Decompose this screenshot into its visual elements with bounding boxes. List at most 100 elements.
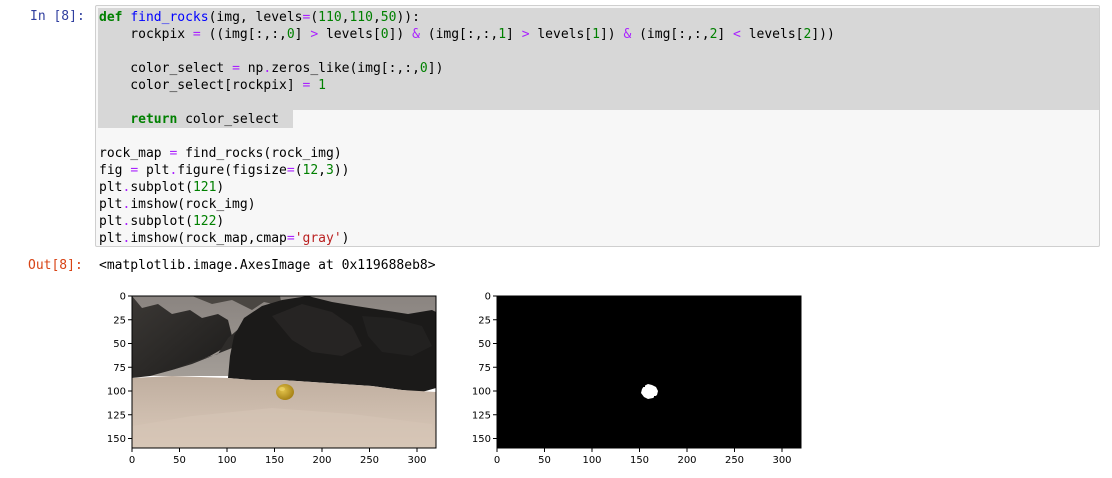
code-token: ]: [717, 27, 734, 42]
code-token: 'gray': [294, 231, 342, 246]
code-line: plt.subplot(122): [99, 213, 835, 230]
y-tick-label: 75: [113, 363, 126, 374]
code-token: (: [294, 163, 303, 178]
code-token: <: [733, 27, 741, 42]
code-token: color_select: [177, 112, 280, 127]
map-noise: [643, 385, 645, 387]
code-token: &: [412, 27, 420, 42]
image-content: [132, 296, 436, 448]
map-background: [497, 296, 801, 448]
code-token: find_rocks: [130, 10, 209, 25]
y-axis-ticks: 0 25 50 75 100 125 150: [472, 292, 497, 445]
code-token: 3: [326, 163, 334, 178]
code-token: 1: [498, 27, 507, 42]
y-tick-label: 125: [472, 410, 491, 421]
y-tick-label: 100: [472, 387, 491, 398]
code-token: (img[:,:,: [631, 27, 710, 42]
code-token: 110: [349, 10, 373, 25]
code-token: ]): [427, 61, 444, 76]
y-axis-ticks: 0 25 50 75 100 125 150: [107, 292, 132, 445]
code-token: imshow(rock_map,cmap: [130, 231, 287, 246]
code-token: ): [216, 214, 225, 229]
code-token: =: [192, 27, 201, 42]
code-line: plt.imshow(rock_img): [99, 196, 835, 213]
code-line: rock_map = find_rocks(rock_img): [99, 145, 835, 162]
code-token: 12: [302, 163, 319, 178]
code-token: plt: [99, 197, 123, 212]
code-token: plt: [138, 163, 170, 178]
map-noise-2: [654, 396, 656, 398]
code-token: ): [341, 231, 350, 246]
code-token: 121: [192, 180, 217, 195]
x-tick-label: 250: [725, 455, 744, 466]
output-prompt: Out[8]:: [28, 258, 83, 273]
code-token: ((img[:,:,: [200, 27, 287, 42]
code-token: def: [99, 10, 123, 25]
x-tick-label: 300: [407, 455, 426, 466]
x-tick-label: 50: [173, 455, 186, 466]
x-tick-label: 100: [217, 455, 236, 466]
code-token: >: [310, 27, 319, 42]
output-text: <matplotlib.image.AxesImage at 0x119688e…: [99, 258, 436, 273]
code-token: levels[: [318, 27, 381, 42]
code-token: (img, levels: [208, 10, 303, 25]
code-token: ])): [811, 27, 835, 42]
code-cell-input[interactable]: def find_rocks(img, levels=(110,110,50))…: [95, 5, 1100, 247]
code-token: (img[:,:,: [419, 27, 499, 42]
x-tick-label: 0: [129, 455, 135, 466]
code-token: ,: [318, 163, 326, 178]
code-token: ]: [294, 27, 311, 42]
code-token: 1: [592, 27, 600, 42]
y-tick-label: 0: [485, 292, 491, 303]
code-line: plt.subplot(121): [99, 179, 835, 196]
code-token: zeros_like(img[:,:,: [271, 61, 420, 76]
code-token: levels[: [529, 27, 593, 42]
code-token: 50: [380, 10, 397, 25]
code-token: 110: [318, 10, 342, 25]
code-line: plt.imshow(rock_map,cmap='gray'): [99, 230, 835, 246]
x-tick-label: 150: [265, 455, 284, 466]
code-token: plt: [99, 180, 123, 195]
rock-map-svg: 0 50 100 150 200 250 300 0 25 50 75 100 125 150: [472, 292, 802, 466]
y-tick-label: 150: [472, 434, 491, 445]
rock-sample: [276, 384, 294, 400]
rock-map-plot: 0 50 100 150 200 250 300 0 25 50 75 100 125 150: [465, 286, 810, 470]
y-tick-label: 50: [478, 339, 491, 350]
x-tick-label: 150: [630, 455, 649, 466]
rock-image-plot: 0 50 100 150 200 250 300 0 25 50 75 100 125 150: [100, 286, 445, 470]
rock-image-svg: 0 50 100 150 200 250 300 0 25 50 75 100 125 150: [107, 292, 437, 466]
code-token: 0: [380, 27, 389, 42]
x-axis-ticks: 0 50 100 150 200 250 300: [494, 448, 792, 466]
code-token: )): [333, 163, 350, 178]
code-token: return: [130, 112, 178, 127]
code-token: figure(figsize: [177, 163, 287, 178]
code-token: =: [232, 61, 240, 76]
rock-sample-highlight: [279, 387, 285, 391]
code-token: (: [310, 10, 319, 25]
code-token: ]): [388, 27, 413, 42]
code-line: return color_select: [99, 111, 835, 128]
code-token: color_select[rockpix]: [99, 78, 303, 93]
code-token: =: [286, 231, 295, 246]
code-token: ]: [506, 27, 522, 42]
code-editor[interactable]: def find_rocks(img, levels=(110,110,50))…: [99, 9, 835, 246]
x-tick-label: 250: [360, 455, 379, 466]
y-tick-label: 0: [120, 292, 126, 303]
code-token: 122: [192, 214, 217, 229]
code-token: rock_map: [99, 146, 170, 161]
code-token: color_select: [99, 61, 233, 76]
code-token: np: [239, 61, 264, 76]
code-token: subplot(: [130, 214, 193, 229]
code-token: ,: [372, 10, 381, 25]
code-token: imshow(rock_img): [130, 197, 256, 212]
y-tick-label: 75: [478, 363, 491, 374]
x-tick-label: 50: [538, 455, 551, 466]
code-token: >: [521, 27, 530, 42]
code-line: color_select[rockpix] = 1: [99, 77, 835, 94]
y-tick-label: 25: [478, 315, 491, 326]
code-token: )): [396, 10, 413, 25]
